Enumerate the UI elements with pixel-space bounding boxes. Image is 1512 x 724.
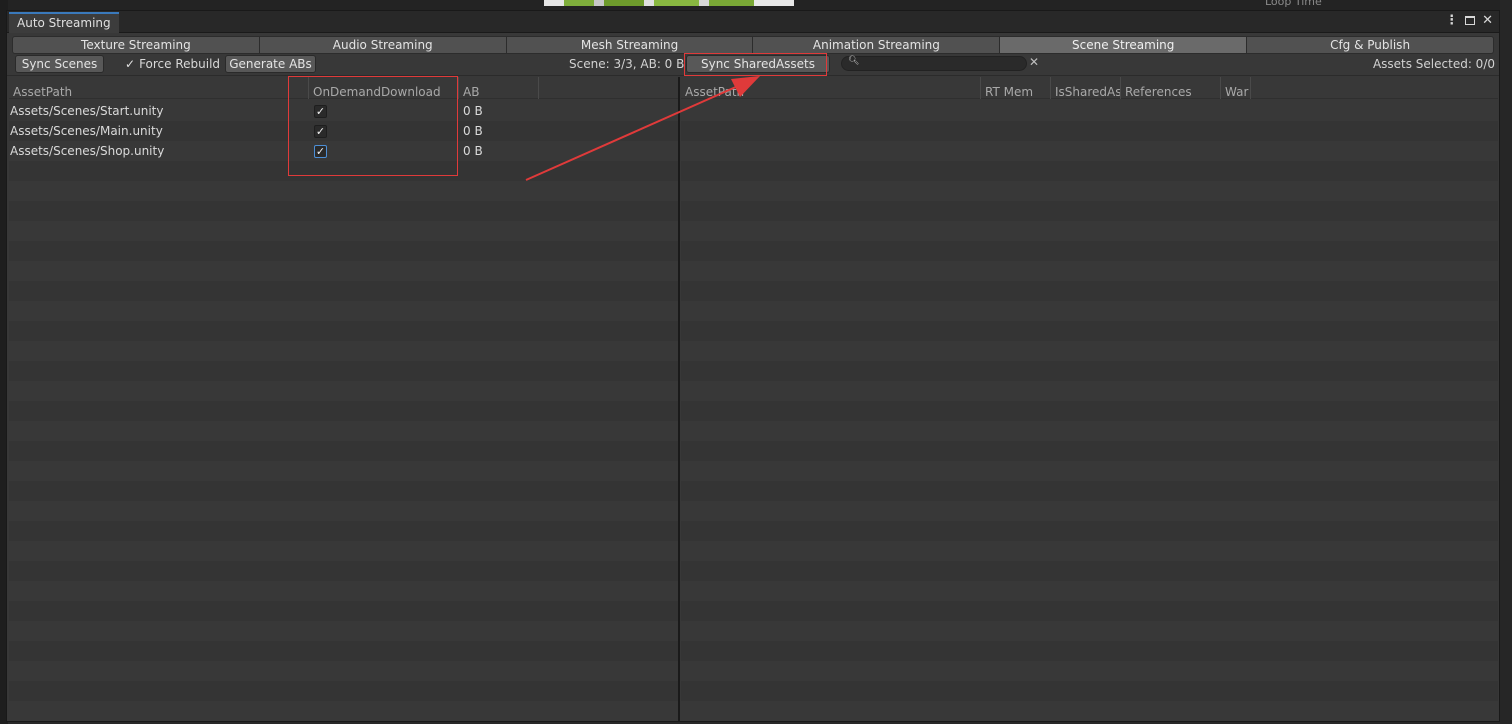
shared-assets-pane: AssetPath RT Mem IsSharedAs References W… [681,77,1498,721]
scene-list-pane: AssetPath OnDemandDownload AB Assets/Sce… [9,77,678,721]
assets-selected-count: Assets Selected: 0/0 [1372,57,1495,71]
asset-path-cell: Assets/Scenes/Main.unity [10,124,163,138]
checkmark-icon[interactable]: ✓ [125,57,135,71]
scene-preview-thumbnail [544,0,794,6]
scene-table-body: Assets/Scenes/Start.unity ✓ 0 B Assets/S… [9,101,678,721]
background-inspector-label: Loop Time [1265,0,1322,8]
search-field[interactable]: 🔍︎ [841,56,1027,71]
tab-texture-streaming[interactable]: Texture Streaming [12,36,260,54]
ab-size-cell: 0 B [463,104,483,118]
search-clear-icon[interactable]: ✕ [1029,55,1039,69]
column-header-references[interactable]: References [1121,77,1221,99]
on-demand-checkbox[interactable]: ✓ [314,105,327,118]
background-right-edge [1500,0,1512,724]
checkmark-icon: ✓ [315,125,326,138]
search-icon: 🔍︎ [848,56,860,66]
window-tab-title[interactable]: Auto Streaming [9,12,119,33]
pane-splitter[interactable] [678,77,680,721]
ab-size-cell: 0 B [463,144,483,158]
category-tabs: Texture Streaming Audio Streaming Mesh S… [12,36,1494,54]
window-titlebar: Auto Streaming ⋮ ✕ [7,11,1499,33]
column-header-warnings[interactable]: War [1221,77,1251,99]
column-header-ondemanddownload[interactable]: OnDemandDownload [309,77,459,99]
tab-mesh-streaming[interactable]: Mesh Streaming [506,36,754,54]
column-header-isshared[interactable]: IsSharedAs [1051,77,1121,99]
generate-abs-button[interactable]: Generate ABs [225,55,316,73]
checkmark-icon: ✓ [315,105,326,118]
tab-audio-streaming[interactable]: Audio Streaming [259,36,507,54]
close-icon[interactable]: ✕ [1482,13,1493,29]
force-rebuild-toggle[interactable]: ✓ Force Rebuild [125,57,220,71]
force-rebuild-label: Force Rebuild [139,57,221,71]
kebab-menu-icon[interactable]: ⋮ [1445,13,1458,29]
sync-shared-assets-button[interactable]: Sync SharedAssets [686,55,830,73]
ab-size-cell: 0 B [463,124,483,138]
checkmark-icon: ✓ [315,145,326,158]
on-demand-checkbox[interactable]: ✓ [314,125,327,138]
column-header-rt-mem[interactable]: RT Mem [981,77,1051,99]
window-controls: ⋮ ✕ [1445,13,1493,29]
tab-cfg-publish[interactable]: Cfg & Publish [1247,36,1494,54]
asset-path-cell: Assets/Scenes/Start.unity [10,104,164,118]
column-header-assetpath[interactable]: AssetPath [681,77,981,99]
auto-streaming-window: Auto Streaming ⋮ ✕ Texture Streaming Aud… [6,10,1500,722]
tab-scene-streaming[interactable]: Scene Streaming [1000,36,1248,54]
toolbar: Sync Scenes ✓ Force Rebuild Generate ABs… [7,55,1499,75]
shared-assets-table-header: AssetPath RT Mem IsSharedAs References W… [681,77,1498,99]
on-demand-checkbox[interactable]: ✓ [314,145,327,158]
table-row[interactable]: Assets/Scenes/Main.unity ✓ 0 B [9,121,678,141]
shared-assets-table-body [681,101,1498,721]
toolbar-divider [7,75,1499,76]
table-row[interactable]: Assets/Scenes/Start.unity ✓ 0 B [9,101,678,121]
sync-scenes-button[interactable]: Sync Scenes [15,55,104,73]
maximize-icon[interactable] [1465,16,1476,25]
scene-info-text: Scene: 3/3, AB: 0 B [569,57,685,71]
table-row[interactable]: Assets/Scenes/Shop.unity ✓ 0 B [9,141,678,161]
column-header-ab[interactable]: AB [459,77,539,99]
column-header-assetpath[interactable]: AssetPath [9,77,309,99]
scene-table-header: AssetPath OnDemandDownload AB [9,77,678,99]
tab-animation-streaming[interactable]: Animation Streaming [753,36,1001,54]
asset-path-cell: Assets/Scenes/Shop.unity [10,144,165,158]
